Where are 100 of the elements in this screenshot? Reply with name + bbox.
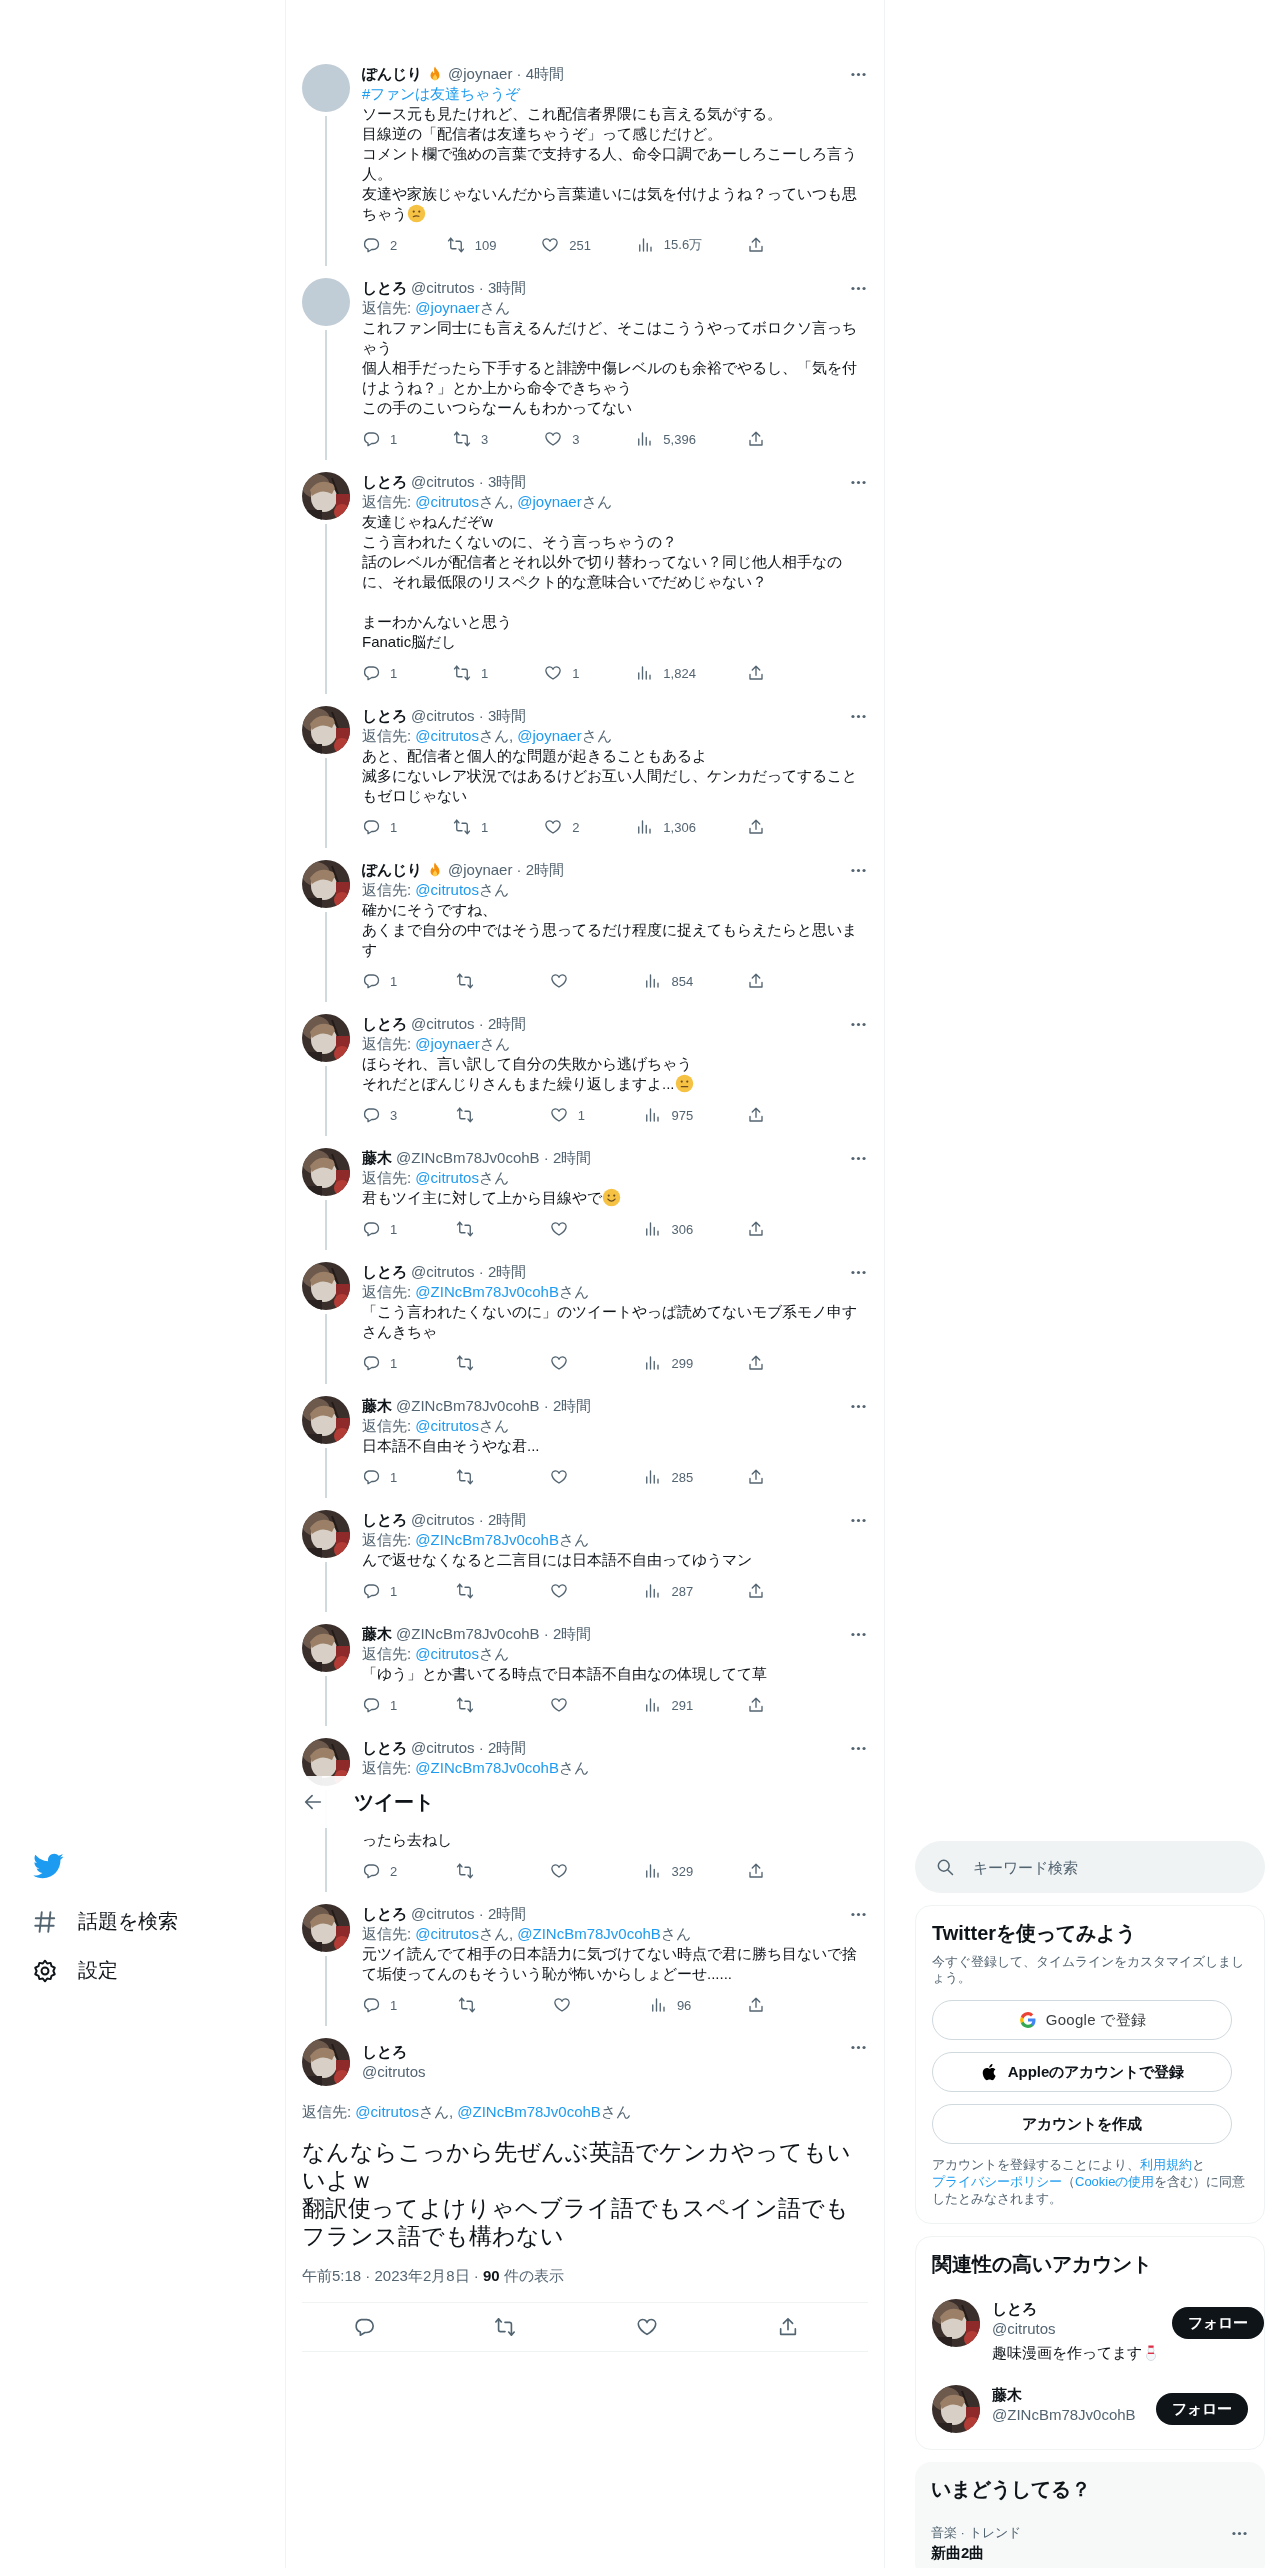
tweet-text: コメント欄で強めの言葉で支持する人、命令口調であーしろこーしろ言う人。 [362, 145, 857, 182]
share-icon [747, 664, 765, 682]
author-name[interactable]: 藤木 [362, 1148, 392, 1168]
views-button[interactable]: 329 [643, 1862, 694, 1880]
views-button[interactable]: 306 [643, 1220, 694, 1238]
author-handle: @citrutos [362, 2062, 426, 2082]
views-button[interactable]: 1,306 [635, 818, 696, 836]
author-name[interactable]: 藤木 [362, 1396, 392, 1416]
bar-chart-icon [643, 1696, 662, 1714]
author-name[interactable]: ぽんじり [362, 64, 422, 84]
search-field[interactable]: キーワード検索 [915, 1841, 1265, 1893]
comment-icon [362, 664, 380, 682]
views-button[interactable]: 854 [643, 972, 694, 990]
views-button[interactable]: 15.6万 [635, 236, 703, 254]
tweet-text: ソース元も見たけれど、これ配信者界隈にも言える気がする。 [362, 105, 782, 122]
reply-button[interactable]: 1 [362, 1582, 402, 1600]
reply-button[interactable]: 1 [362, 664, 402, 682]
tweet-text: 友達じゃねんだぞw [362, 513, 493, 530]
heart-icon [553, 1996, 572, 2014]
retweet-button[interactable]: 1 [453, 818, 494, 836]
share-icon [746, 236, 765, 254]
reply-button[interactable]: 1 [362, 1468, 402, 1486]
author-name[interactable]: しとろ [362, 1262, 407, 1282]
handle-and-time: @citrutos · 2時間 [411, 1014, 527, 1034]
reply-to-line: 返信先: @citrutosさん, @ZINcBm78Jv0cohBさん [362, 1924, 692, 1944]
emoji-icon [674, 1074, 694, 1093]
views-button[interactable]: 5,396 [635, 430, 696, 448]
like-button[interactable]: 1 [549, 1106, 590, 1124]
author-name[interactable]: しとろ [362, 1738, 407, 1758]
reply-button[interactable]: 1 [362, 1220, 402, 1238]
comment-icon [362, 818, 380, 836]
author-name[interactable]: しとろ [362, 706, 407, 726]
share-icon [746, 1696, 765, 1714]
like-button[interactable]: 1 [544, 664, 585, 682]
share-icon [746, 1220, 765, 1238]
author-name[interactable]: しとろ [362, 1904, 407, 1924]
like-button[interactable]: 251 [541, 236, 592, 254]
like-button[interactable]: 3 [544, 430, 585, 448]
author-name[interactable]: しとろ [362, 1014, 407, 1034]
retweet-icon [494, 2316, 517, 2338]
reply-button[interactable]: 2 [362, 1862, 402, 1880]
google-logo-icon [1017, 2010, 1038, 2030]
reply-to-line: 返信先: @citrutosさん, @ZINcBm78Jv0cohBさん [302, 2102, 632, 2122]
author-name[interactable]: しとろ [362, 2042, 407, 2062]
nav-item[interactable]: 話題を検索 [32, 1908, 285, 1935]
reply-to-line: 返信先: @ZINcBm78Jv0cohBさん [362, 1758, 590, 1778]
bar-chart-icon [643, 972, 662, 990]
reply-button[interactable]: 1 [362, 972, 402, 990]
signup-button[interactable]: Appleのアカウントで登録 [932, 2052, 1232, 2092]
author-name[interactable]: しとろ [362, 278, 407, 298]
follow-button[interactable]: フォロー [1156, 2393, 1248, 2425]
signup-button[interactable]: アカウントを作成 [932, 2104, 1232, 2144]
author-name[interactable]: ぽんじり [362, 860, 422, 880]
views-button[interactable]: 975 [643, 1106, 694, 1124]
views-button[interactable]: 285 [643, 1468, 694, 1486]
author-name[interactable]: しとろ [362, 472, 407, 492]
nav-item[interactable]: 設定 [32, 1957, 285, 1984]
heart-icon [544, 664, 563, 682]
reply-button[interactable]: 1 [362, 1996, 402, 2014]
comment-icon [362, 430, 380, 448]
tweet-text: あと、配信者と個人的な問題が起きることもあるよ [362, 747, 707, 764]
handle-and-time: @citrutos · 3時間 [411, 278, 527, 298]
retweet-button[interactable]: 1 [453, 664, 494, 682]
account-name[interactable]: 藤木 [992, 2385, 1022, 2405]
reply-button[interactable]: 3 [362, 1106, 402, 1124]
heart-icon [549, 1354, 568, 1372]
reply-to-line: 返信先: @citrutosさん, @joynaerさん [362, 492, 613, 512]
comment-icon [362, 1220, 380, 1238]
heart-icon [544, 430, 563, 448]
follow-button[interactable]: フォロー [1172, 2307, 1264, 2339]
card-title: Twitterを使ってみよう [932, 1921, 1137, 1946]
reply-to-line: 返信先: @ZINcBm78Jv0cohBさん [362, 1530, 590, 1550]
reply-button[interactable]: 1 [362, 1354, 402, 1372]
handle-and-time: @citrutos · 2時間 [411, 1510, 527, 1530]
reply-to-line: 返信先: @joynaerさん [362, 1034, 511, 1054]
reply-to-line: 返信先: @citrutosさん [362, 1168, 510, 1188]
author-name[interactable]: しとろ [362, 1510, 407, 1530]
views-button[interactable]: 299 [643, 1354, 694, 1372]
views-button[interactable]: 1,824 [635, 664, 696, 682]
retweet-icon [455, 1696, 474, 1714]
reply-button[interactable]: 1 [362, 1696, 402, 1714]
reply-to-line: 返信先: @citrutosさん [362, 1416, 510, 1436]
tweet-text: 翻訳使ってよけりゃヘブライ語でもスペイン語でもフランス語でも構わない [302, 2195, 849, 2249]
comment-icon [362, 1468, 380, 1486]
reply-button[interactable]: 1 [362, 430, 402, 448]
retweet-button[interactable]: 109 [446, 236, 497, 254]
retweet-button[interactable]: 3 [453, 430, 494, 448]
author-name[interactable]: 藤木 [362, 1624, 392, 1644]
handle-and-time: @citrutos · 2時間 [411, 1738, 527, 1758]
signup-button[interactable]: Google で登録 [932, 2000, 1232, 2040]
account-bio: 趣味漫画を作ってます [992, 2343, 1142, 2363]
trend-name[interactable]: 新曲2曲 [931, 2544, 985, 2563]
like-button[interactable]: 2 [544, 818, 585, 836]
reply-button[interactable]: 2 [362, 236, 402, 254]
views-button[interactable]: 287 [643, 1582, 694, 1600]
views-button[interactable]: 291 [643, 1696, 694, 1714]
views-button[interactable]: 96 [648, 1996, 692, 2014]
handle-and-time: @ZINcBm78Jv0cohB · 2時間 [396, 1148, 592, 1168]
account-name[interactable]: しとろ [992, 2299, 1037, 2319]
reply-button[interactable]: 1 [362, 818, 402, 836]
